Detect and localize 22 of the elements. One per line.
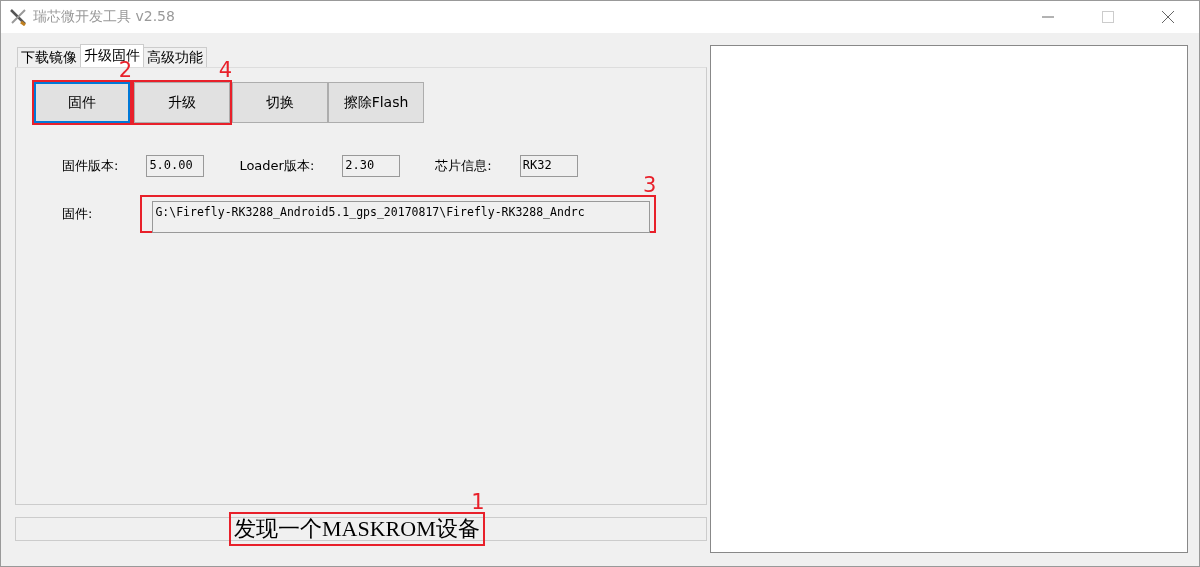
tab[interactable]: 高级功能 — [143, 47, 207, 67]
toolbar-button[interactable]: 擦除Flash — [328, 82, 424, 123]
status-text: 发现一个MASKROM设备 — [234, 515, 480, 543]
field-label: 固件: — [62, 205, 93, 223]
field-label: Loader版本: — [239, 157, 315, 175]
path-field[interactable]: G:\Firefly-RK3288_Android5.1_gps_20170817\Firefly-RK3288_Andrc — [152, 201, 651, 233]
annotation-number: 1 — [471, 492, 485, 512]
tools-icon — [9, 8, 27, 26]
field-label: 芯片信息: — [435, 157, 492, 175]
maximize-icon[interactable] — [1101, 10, 1115, 24]
annotation-number: 4 — [218, 60, 232, 80]
close-icon[interactable] — [1161, 10, 1175, 24]
value-field[interactable]: 2.30 — [342, 155, 401, 177]
toolbar-button[interactable]: 升级 — [134, 82, 230, 123]
tab[interactable]: 下载镜像 — [17, 47, 81, 67]
window-title: 瑞芯微开发工具 v2.58 — [33, 8, 175, 26]
value-field[interactable]: 5.0.00 — [146, 155, 205, 177]
toolbar-button[interactable]: 切换 — [232, 82, 328, 123]
field-label: 固件版本: — [62, 157, 119, 175]
toolbar-button[interactable]: 固件 — [34, 82, 130, 123]
annotation-number: 3 — [643, 175, 657, 195]
value-field[interactable]: RK32 — [519, 155, 578, 177]
